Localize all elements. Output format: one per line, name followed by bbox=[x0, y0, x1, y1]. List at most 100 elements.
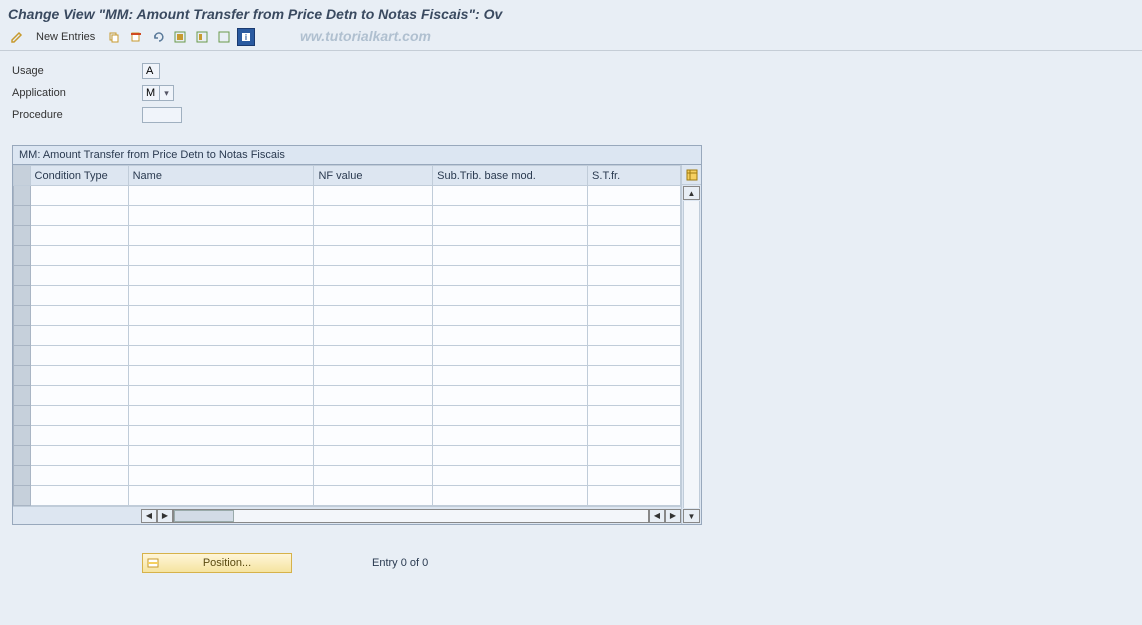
table-cell[interactable] bbox=[588, 426, 681, 446]
table-cell[interactable] bbox=[588, 286, 681, 306]
table-cell[interactable] bbox=[588, 186, 681, 206]
table-cell[interactable] bbox=[588, 486, 681, 506]
table-cell[interactable] bbox=[314, 426, 433, 446]
table-cell[interactable] bbox=[433, 306, 588, 326]
procedure-input[interactable] bbox=[142, 107, 182, 123]
table-cell[interactable] bbox=[30, 406, 128, 426]
table-cell[interactable] bbox=[128, 346, 314, 366]
scroll-left-icon[interactable]: ◀ bbox=[141, 509, 157, 523]
table-cell[interactable] bbox=[588, 226, 681, 246]
table-cell[interactable] bbox=[30, 186, 128, 206]
table-cell[interactable] bbox=[30, 246, 128, 266]
table-cell[interactable] bbox=[433, 186, 588, 206]
table-cell[interactable] bbox=[128, 426, 314, 446]
table-cell[interactable] bbox=[314, 406, 433, 426]
table-cell[interactable] bbox=[588, 406, 681, 426]
select-block-icon[interactable] bbox=[193, 28, 211, 46]
table-cell[interactable] bbox=[433, 366, 588, 386]
table-cell[interactable] bbox=[433, 286, 588, 306]
table-cell[interactable] bbox=[433, 466, 588, 486]
table-row[interactable] bbox=[14, 286, 681, 306]
config-info-icon[interactable]: i bbox=[237, 28, 255, 46]
table-cell[interactable] bbox=[128, 246, 314, 266]
table-row[interactable] bbox=[14, 386, 681, 406]
table-cell[interactable] bbox=[314, 466, 433, 486]
table-cell[interactable] bbox=[128, 266, 314, 286]
table-cell[interactable] bbox=[314, 186, 433, 206]
table-cell[interactable] bbox=[433, 206, 588, 226]
table-cell[interactable] bbox=[128, 366, 314, 386]
table-cell[interactable] bbox=[128, 326, 314, 346]
table-row[interactable] bbox=[14, 246, 681, 266]
col-name[interactable]: Name bbox=[128, 166, 314, 186]
table-cell[interactable] bbox=[30, 266, 128, 286]
row-selector-header[interactable] bbox=[14, 166, 31, 186]
h-scroll-thumb[interactable] bbox=[174, 510, 234, 522]
table-cell[interactable] bbox=[314, 246, 433, 266]
table-cell[interactable] bbox=[433, 446, 588, 466]
table-cell[interactable] bbox=[30, 426, 128, 446]
v-scroll-track[interactable] bbox=[683, 201, 700, 508]
table-cell[interactable] bbox=[30, 386, 128, 406]
row-selector[interactable] bbox=[14, 226, 31, 246]
table-cell[interactable] bbox=[433, 226, 588, 246]
table-row[interactable] bbox=[14, 226, 681, 246]
new-entries-button[interactable]: New Entries bbox=[30, 29, 101, 45]
row-selector[interactable] bbox=[14, 306, 31, 326]
table-row[interactable] bbox=[14, 306, 681, 326]
table-cell[interactable] bbox=[433, 246, 588, 266]
table-cell[interactable] bbox=[433, 346, 588, 366]
table-cell[interactable] bbox=[433, 406, 588, 426]
table-cell[interactable] bbox=[30, 306, 128, 326]
row-selector[interactable] bbox=[14, 486, 31, 506]
table-cell[interactable] bbox=[314, 346, 433, 366]
delete-icon[interactable] bbox=[127, 28, 145, 46]
table-cell[interactable] bbox=[588, 366, 681, 386]
table-row[interactable] bbox=[14, 206, 681, 226]
table-row[interactable] bbox=[14, 266, 681, 286]
application-help-icon[interactable]: ▾ bbox=[160, 85, 174, 101]
table-cell[interactable] bbox=[588, 306, 681, 326]
table-cell[interactable] bbox=[588, 266, 681, 286]
application-input[interactable] bbox=[142, 85, 160, 101]
table-cell[interactable] bbox=[588, 246, 681, 266]
table-row[interactable] bbox=[14, 186, 681, 206]
table-cell[interactable] bbox=[588, 326, 681, 346]
table-cell[interactable] bbox=[128, 226, 314, 246]
table-cell[interactable] bbox=[588, 206, 681, 226]
col-stfr[interactable]: S.T.fr. bbox=[588, 166, 681, 186]
table-cell[interactable] bbox=[314, 446, 433, 466]
table-cell[interactable] bbox=[30, 366, 128, 386]
table-cell[interactable] bbox=[128, 206, 314, 226]
toggle-display-change-icon[interactable] bbox=[8, 28, 26, 46]
table-cell[interactable] bbox=[30, 326, 128, 346]
table-cell[interactable] bbox=[588, 446, 681, 466]
copy-as-icon[interactable] bbox=[105, 28, 123, 46]
table-cell[interactable] bbox=[30, 446, 128, 466]
scroll-right-icon[interactable]: ▶ bbox=[157, 509, 173, 523]
table-row[interactable] bbox=[14, 366, 681, 386]
table-cell[interactable] bbox=[314, 306, 433, 326]
row-selector[interactable] bbox=[14, 446, 31, 466]
col-subtrib-base[interactable]: Sub.Trib. base mod. bbox=[433, 166, 588, 186]
row-selector[interactable] bbox=[14, 406, 31, 426]
table-cell[interactable] bbox=[314, 486, 433, 506]
row-selector[interactable] bbox=[14, 326, 31, 346]
col-nf-value[interactable]: NF value bbox=[314, 166, 433, 186]
table-cell[interactable] bbox=[128, 386, 314, 406]
col-condition-type[interactable]: Condition Type bbox=[30, 166, 128, 186]
scroll-left-end-icon[interactable]: ◀ bbox=[649, 509, 665, 523]
row-selector[interactable] bbox=[14, 346, 31, 366]
undo-icon[interactable] bbox=[149, 28, 167, 46]
table-cell[interactable] bbox=[588, 466, 681, 486]
table-cell[interactable] bbox=[128, 286, 314, 306]
table-cell[interactable] bbox=[30, 206, 128, 226]
table-cell[interactable] bbox=[314, 266, 433, 286]
row-selector[interactable] bbox=[14, 266, 31, 286]
table-cell[interactable] bbox=[128, 186, 314, 206]
table-cell[interactable] bbox=[314, 206, 433, 226]
scroll-down-icon[interactable]: ▼ bbox=[683, 509, 700, 523]
table-cell[interactable] bbox=[128, 406, 314, 426]
usage-input[interactable] bbox=[142, 63, 160, 79]
table-cell[interactable] bbox=[128, 446, 314, 466]
